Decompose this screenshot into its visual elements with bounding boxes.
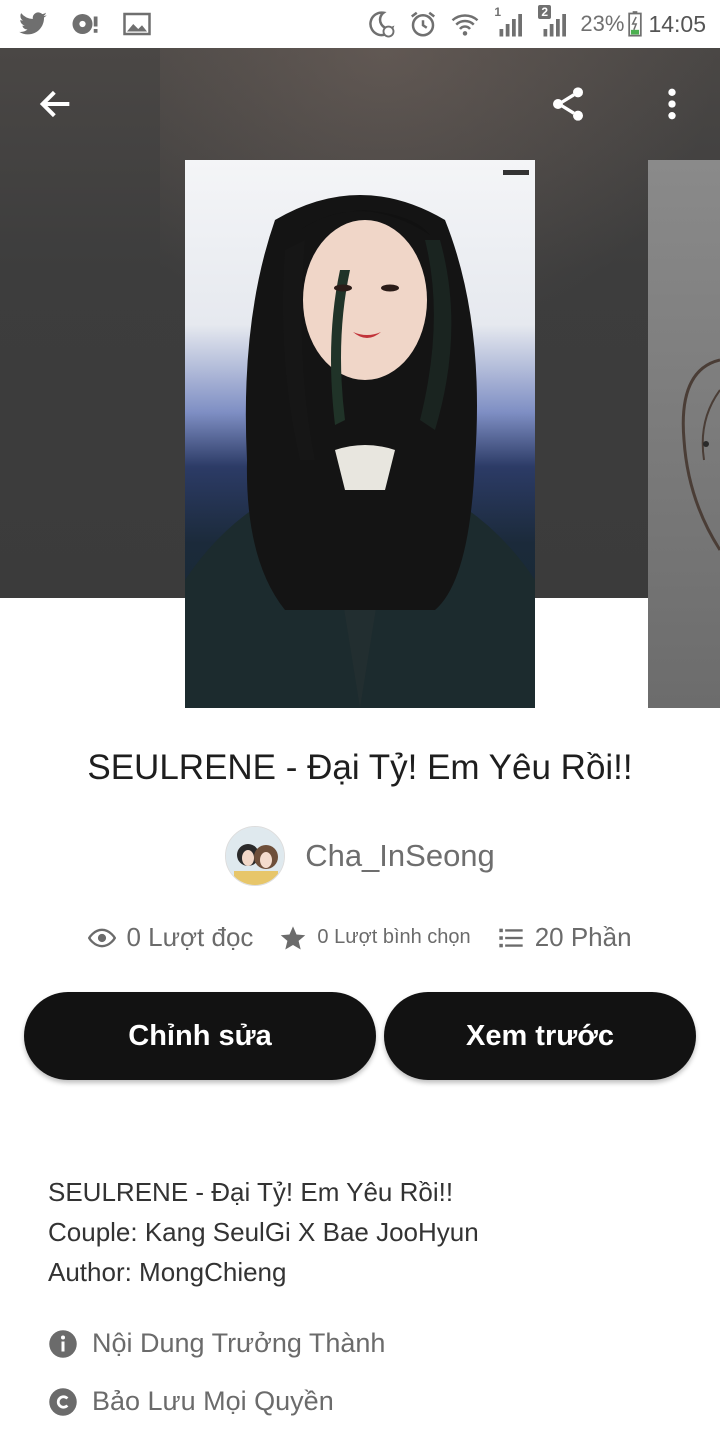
parts-count: 20 Phần — [534, 922, 632, 952]
story-description: SEULRENE - Đại Tỷ! Em Yêu Rồi!! Couple: … — [48, 1172, 688, 1292]
story-title: SEULRENE - Đại Tỷ! Em Yêu Rồi!! — [87, 748, 633, 787]
author-row[interactable]: Cha_InSeong — [0, 826, 720, 886]
copyright-row: Bảo Lưu Mọi Quyền — [48, 1386, 334, 1417]
next-cover-image[interactable] — [648, 160, 720, 708]
share-button[interactable] — [536, 72, 600, 136]
image-icon — [122, 9, 152, 39]
reads-count: 0 Lượt đọc — [126, 922, 254, 952]
signal-sim2-icon: 2 — [536, 5, 568, 39]
mature-content-row: Nội Dung Trưởng Thành — [48, 1328, 385, 1359]
description-line: Author: MongChieng — [48, 1257, 287, 1287]
clock: 14:05 — [648, 10, 706, 37]
share-icon — [553, 87, 583, 121]
more-options-button[interactable] — [640, 72, 704, 136]
votes-stat: 0 Lượt bình chọn — [279, 924, 471, 952]
do-not-disturb-moon-icon — [366, 9, 396, 39]
parts-stat: 20 Phần — [497, 922, 632, 953]
cover-illustration — [681, 358, 720, 551]
cover-photo-illustration — [185, 170, 535, 708]
description-line: Couple: Kang SeulGi X Bae JooHyun — [48, 1217, 479, 1247]
arrow-left-icon — [39, 90, 70, 118]
list-icon — [499, 928, 523, 947]
author-name[interactable]: Cha_InSeong — [305, 838, 495, 874]
author-avatar[interactable] — [225, 826, 286, 886]
status-bar: 1 2 23% 14:05 — [0, 0, 720, 48]
story-cover-image[interactable] — [185, 160, 535, 708]
back-button[interactable] — [24, 72, 88, 136]
battery-percent: 23% — [580, 11, 625, 36]
info-icon — [49, 1329, 77, 1358]
avatar-illustration — [226, 827, 285, 885]
eye-icon — [88, 928, 117, 947]
preview-button[interactable]: Xem trước — [384, 992, 696, 1080]
copyright-label: Bảo Lưu Mọi Quyền — [92, 1386, 334, 1416]
reads-stat: 0 Lượt đọc — [88, 922, 253, 953]
music-alert-icon — [70, 9, 100, 39]
edit-button[interactable]: Chỉnh sửa — [24, 992, 376, 1080]
wifi-icon — [450, 9, 480, 39]
copyright-icon — [49, 1387, 77, 1416]
mature-content-label: Nội Dung Trưởng Thành — [92, 1328, 386, 1358]
votes-count: 0 Lượt bình chọn — [317, 926, 471, 948]
description-line: SEULRENE - Đại Tỷ! Em Yêu Rồi!! — [48, 1177, 454, 1207]
star-icon — [281, 925, 306, 950]
twitter-icon — [18, 9, 48, 39]
more-vertical-icon — [668, 88, 676, 120]
battery-charging-icon — [628, 9, 643, 39]
alarm-icon — [408, 9, 438, 39]
story-stats: 0 Lượt đọc 0 Lượt bình chọn 20 Phần — [0, 922, 720, 953]
signal-sim1-icon: 1 — [492, 5, 524, 39]
